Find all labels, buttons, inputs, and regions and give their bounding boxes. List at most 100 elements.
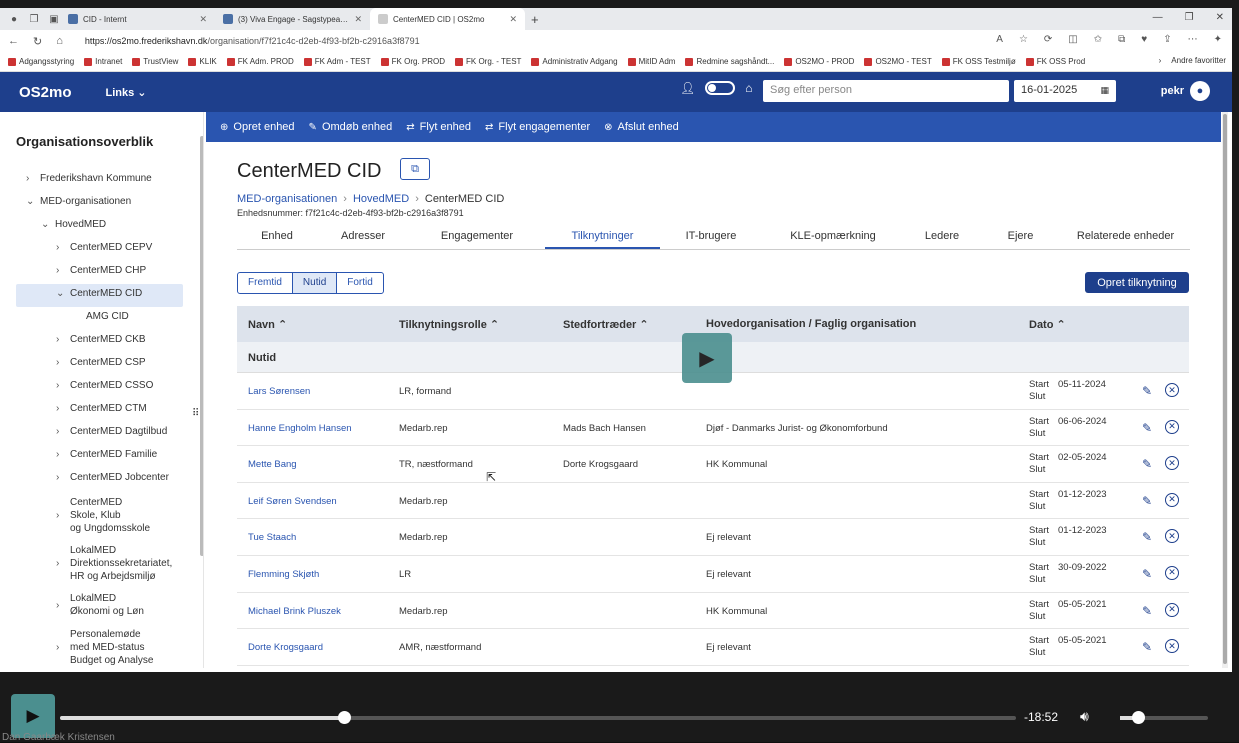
tree-item[interactable]: › CenterMED Familie <box>56 448 157 461</box>
browser-tab-2[interactable]: (3) Viva Engage - Sagstypeansvar ✕ <box>215 8 370 30</box>
tab-ejere[interactable]: Ejere <box>980 230 1061 249</box>
edit-icon[interactable]: ✎ <box>1142 530 1152 544</box>
bookmark-item[interactable]: Adgangsstyring <box>8 57 74 66</box>
reload-icon[interactable]: ↻ <box>33 35 42 48</box>
tab-enhed[interactable]: Enhed <box>237 230 317 249</box>
close-icon[interactable]: ✕ <box>509 14 517 25</box>
chevron-right-icon[interactable]: › <box>56 557 59 570</box>
create-association-button[interactable]: Opret tilknytning <box>1085 272 1189 293</box>
workspaces-icon[interactable]: ❐ <box>28 13 40 25</box>
video-play-overlay-button[interactable]: ▶ <box>682 333 732 383</box>
filter-present[interactable]: Nutid <box>292 273 338 293</box>
collections-icon[interactable]: ⧉ <box>1118 34 1125 45</box>
terminate-icon[interactable]: ✕ <box>1165 492 1179 507</box>
share-icon[interactable]: ⇪ <box>1163 34 1171 45</box>
breadcrumb-link[interactable]: HovedMED <box>353 193 409 205</box>
tree-item[interactable]: AMG CID <box>86 310 129 323</box>
favorite-star-icon[interactable]: ☆ <box>1019 34 1028 45</box>
date-field[interactable]: 16-01-2025 ▦ <box>1014 80 1116 102</box>
col-substitute[interactable]: Stedfortræder ⌃ <box>563 318 649 331</box>
chevron-right-icon[interactable]: › <box>56 425 59 438</box>
tab-adresser[interactable]: Adresser <box>317 230 409 249</box>
resize-handle[interactable]: ⠿ <box>192 408 199 419</box>
bookmark-item[interactable]: TrustView <box>132 57 178 66</box>
tab-engagementer[interactable]: Engagementer <box>409 230 545 249</box>
tab-kle-opmærkning[interactable]: KLE-opmærkning <box>762 230 904 249</box>
terminate-icon[interactable]: ✕ <box>1165 565 1179 580</box>
edit-icon[interactable]: ✎ <box>1142 494 1152 508</box>
person-link[interactable]: Hanne Engholm Hansen <box>248 423 352 434</box>
chevron-down-icon[interactable]: ⌄ <box>56 287 64 300</box>
bookmark-item[interactable]: FK OSS Testmiljø <box>941 57 1016 66</box>
extensions-icon[interactable]: ⟳ <box>1044 34 1052 45</box>
url-field[interactable]: https://os2mo.frederikshavn.dk/organisat… <box>85 36 420 46</box>
more-icon[interactable]: ⋯ <box>1188 34 1198 45</box>
edit-icon[interactable]: ✎ <box>1142 640 1152 654</box>
bookmark-item[interactable]: Redmine sagshåndt... <box>685 57 774 66</box>
tree-item[interactable]: ⌄ CenterMED CID <box>56 287 142 300</box>
tab-it-brugere[interactable]: IT-brugere <box>660 230 762 249</box>
chevron-right-icon[interactable]: › <box>56 402 59 415</box>
browser-tab-1[interactable]: CID - Internt ✕ <box>60 8 215 30</box>
chevron-right-icon[interactable]: › <box>56 641 59 654</box>
user-menu[interactable]: pekr ● <box>1161 81 1210 101</box>
chevron-right-icon[interactable]: › <box>56 509 59 522</box>
close-window-icon[interactable]: ✕ <box>1216 12 1224 23</box>
move-engagements-button[interactable]: ⇄ Flyt engagementer <box>485 121 590 133</box>
tree-item[interactable]: › CenterMED Jobcenter <box>56 471 169 484</box>
tree-item[interactable]: ⌄ HovedMED <box>41 218 106 231</box>
search-input[interactable]: Søg efter person <box>763 80 1009 102</box>
tab-tilknytninger[interactable]: Tilknytninger <box>545 230 660 249</box>
browser-tab-3[interactable]: CenterMED CID | OS2mo ✕ <box>370 8 525 30</box>
bookmark-item[interactable]: Intranet <box>84 57 122 66</box>
bookmark-item[interactable]: OS2MO - TEST <box>864 57 932 66</box>
main-scrollbar[interactable] <box>1222 112 1228 668</box>
breadcrumb-link[interactable]: MED-organisationen <box>237 193 337 205</box>
person-link[interactable]: Michael Brink Pluszek <box>248 606 341 617</box>
terminate-icon[interactable]: ✕ <box>1165 383 1179 397</box>
copilot-icon[interactable]: ✦ <box>1214 34 1222 45</box>
tree-item[interactable]: › CenterMED CTM <box>56 402 147 415</box>
org-person-toggle[interactable] <box>705 81 736 95</box>
volume-knob[interactable] <box>1131 711 1145 724</box>
calendar-icon[interactable]: ▦ <box>1100 85 1109 96</box>
close-icon[interactable]: ✕ <box>199 14 207 25</box>
edit-icon[interactable]: ✎ <box>1142 384 1152 398</box>
tree-item[interactable]: › CenterMED CSP <box>56 356 146 369</box>
end-unit-button[interactable]: ⊗ Afslut enhed <box>604 121 679 133</box>
tree-item[interactable]: › Personalemøde med MED-status Budget og … <box>56 628 153 667</box>
person-link[interactable]: Mette Bang <box>248 459 297 470</box>
bookmark-item[interactable]: MitID Adm <box>627 57 675 66</box>
tree-item[interactable]: › Frederikshavn Kommune <box>26 172 152 185</box>
terminate-icon[interactable]: ✕ <box>1165 602 1179 617</box>
terminate-icon[interactable]: ✕ <box>1165 419 1179 434</box>
tree-item[interactable]: › LokalMED Økonomi og Løn <box>56 592 144 618</box>
bookmark-item[interactable]: Administrativ Adgang <box>531 57 618 66</box>
chevron-down-icon[interactable]: ⌄ <box>41 218 49 231</box>
progress-knob[interactable] <box>337 711 351 724</box>
tree-item[interactable]: › CenterMED CEPV <box>56 241 152 254</box>
read-aloud-icon[interactable]: A <box>996 34 1003 45</box>
chevron-right-icon[interactable]: › <box>56 448 59 461</box>
other-favorites[interactable]: Andre favoritter <box>1171 56 1226 65</box>
tree-item[interactable]: ⌄ MED-organisationen <box>26 195 131 208</box>
bookmark-item[interactable]: FK Org. - TEST <box>455 57 521 66</box>
tree-item[interactable]: › CenterMED CKB <box>56 333 146 346</box>
chevron-down-icon[interactable]: ⌄ <box>26 195 34 208</box>
bookmark-item[interactable]: FK OSS Prod <box>1025 57 1085 66</box>
favorites-icon[interactable]: ✩ <box>1094 34 1102 45</box>
rename-unit-button[interactable]: ✎ Omdøb enhed <box>309 121 393 133</box>
tab-relaterede-enheder[interactable]: Relaterede enheder <box>1061 230 1190 249</box>
links-menu[interactable]: Links ⌄ <box>106 86 147 99</box>
tab-ledere[interactable]: Ledere <box>904 230 980 249</box>
copy-button[interactable]: ⧉ <box>400 158 430 180</box>
bookmark-item[interactable]: FK Adm - TEST <box>303 57 371 66</box>
maximize-icon[interactable]: ❐ <box>1185 12 1194 23</box>
move-unit-button[interactable]: ⇄ Flyt enhed <box>406 121 471 133</box>
edit-icon[interactable]: ✎ <box>1142 457 1152 471</box>
edit-icon[interactable]: ✎ <box>1142 421 1152 435</box>
bookmark-item[interactable]: OS2MO - PROD <box>784 57 854 66</box>
terminate-icon[interactable]: ✕ <box>1165 529 1179 544</box>
bookmark-item[interactable]: KLIK <box>188 57 217 66</box>
tab-actions-icon[interactable]: ▣ <box>48 13 60 25</box>
